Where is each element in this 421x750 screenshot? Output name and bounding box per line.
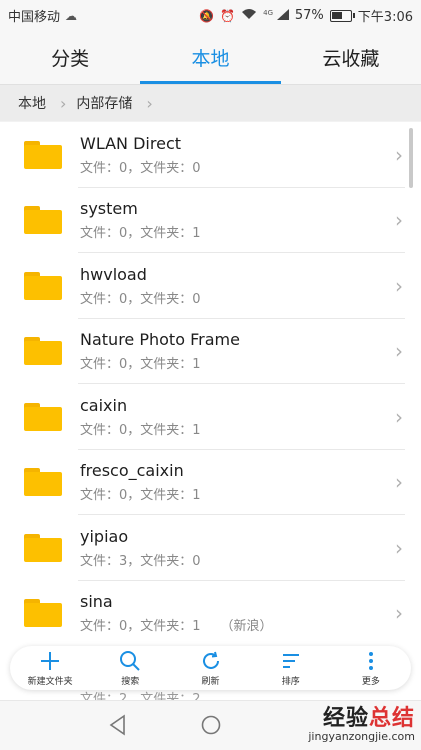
battery-icon — [329, 9, 355, 22]
more-icon — [360, 650, 382, 672]
chevron-right-icon: › — [395, 404, 403, 429]
folder-meta: 文件：0，文件夹：0 — [80, 160, 201, 176]
breadcrumb-root[interactable]: 本地 — [0, 93, 46, 113]
folder-icon — [24, 206, 62, 235]
folder-meta: 文件：0，文件夹：1 — [80, 357, 201, 373]
back-nav-icon[interactable] — [108, 714, 128, 740]
toolbar-label: 刷新 — [201, 676, 220, 687]
alarm-icon: ⏰ — [220, 8, 236, 23]
folder-meta: 文件：0，文件夹：1 — [80, 619, 201, 635]
folder-meta: 文件：0，文件夹：1 — [80, 422, 201, 438]
mute-icon: 🔕 — [199, 8, 215, 23]
folder-name: caixin — [80, 395, 128, 415]
battery-percent: 57% — [294, 8, 324, 23]
carrier-label: 中国移动 — [8, 10, 61, 25]
list-item[interactable]: Nature Photo Frame 文件：0，文件夹：1 › — [0, 319, 421, 384]
scrollbar[interactable] — [409, 128, 413, 188]
tab-label: 本地 — [191, 47, 230, 70]
tab-label: 分类 — [51, 47, 90, 70]
refresh-button[interactable]: 刷新 — [170, 650, 250, 687]
folder-icon — [24, 468, 62, 497]
file-list: WLAN Direct 文件：0，文件夹：0 › system 文件：0，文件夹… — [0, 122, 421, 702]
home-nav-icon[interactable] — [200, 714, 222, 740]
list-item[interactable]: caixin 文件：0，文件夹：1 › — [0, 384, 421, 450]
list-item[interactable]: sina 文件：0，文件夹：1 （新浪） › — [0, 581, 421, 647]
chevron-right-icon: › — [395, 273, 403, 298]
clock: 下午3:06 — [357, 10, 413, 25]
chevron-right-icon: › — [395, 339, 403, 364]
status-bar: 中国移动 ☁ 🔕 ⏰ 4G 57% 下午3:06 — [0, 0, 421, 30]
breadcrumb-current[interactable]: 内部存储 — [76, 93, 132, 113]
sort-button[interactable]: 排序 — [251, 650, 331, 687]
toolbar-label: 更多 — [361, 676, 380, 687]
list-item[interactable]: hwvload 文件：0，文件夹：0 › — [0, 253, 421, 319]
tab-category[interactable]: 分类 — [0, 30, 140, 84]
watermark: 经验总结 jingyanzongjie.com — [308, 700, 415, 743]
folder-name: yipiao — [80, 526, 129, 546]
watermark-url: jingyanzongjie.com — [308, 730, 415, 743]
folder-icon — [24, 533, 62, 562]
folder-icon — [24, 599, 62, 628]
folder-name: fresco_caixin — [80, 461, 184, 481]
search-icon — [119, 650, 141, 672]
chevron-right-icon: › — [395, 535, 403, 560]
tab-cloud[interactable]: 云收藏 — [281, 30, 421, 84]
tab-label: 云收藏 — [322, 47, 380, 70]
tab-local[interactable]: 本地 — [140, 30, 281, 84]
network-type-label: 4G — [263, 8, 274, 17]
list-item[interactable]: yipiao 文件：3，文件夹：0 › — [0, 515, 421, 581]
folder-icon — [24, 337, 62, 366]
folder-name: sina — [80, 592, 113, 612]
toolbar-label: 排序 — [281, 676, 300, 687]
breadcrumb: 本地 › 内部存储 › — [0, 85, 421, 121]
list-item[interactable]: system 文件：0，文件夹：1 › — [0, 188, 421, 253]
folder-name: WLAN Direct — [80, 133, 182, 153]
list-item[interactable]: WLAN Direct 文件：0，文件夹：0 › — [0, 122, 421, 188]
folder-meta: 文件：0，文件夹：1 — [80, 488, 201, 504]
list-item[interactable]: fresco_caixin 文件：0，文件夹：1 › — [0, 450, 421, 515]
refresh-icon — [200, 650, 222, 672]
folder-name: system — [80, 199, 138, 219]
signal-icon: 4G — [263, 8, 289, 23]
search-button[interactable]: 搜索 — [90, 650, 170, 687]
chevron-right-icon: › — [146, 93, 153, 113]
folder-icon — [24, 140, 62, 169]
folder-name: Nature Photo Frame — [80, 330, 240, 350]
sort-icon — [280, 650, 302, 672]
wifi-icon — [241, 8, 257, 23]
toolbar-label: 新建文件夹 — [27, 676, 73, 687]
folder-icon — [24, 402, 62, 431]
toolbar-label: 搜索 — [121, 676, 140, 687]
folder-meta: 文件：3，文件夹：0 — [80, 553, 201, 569]
folder-meta: 文件：0，文件夹：0 — [80, 291, 201, 307]
folder-note: （新浪） — [220, 619, 273, 635]
chevron-right-icon: › — [395, 470, 403, 495]
more-button[interactable]: 更多 — [331, 650, 411, 687]
chevron-right-icon: › — [60, 93, 67, 113]
plus-icon — [39, 650, 61, 672]
watermark-title-accent: 总结 — [368, 706, 415, 731]
watermark-title: 经验 — [322, 706, 369, 731]
battery-fill — [331, 11, 343, 19]
folder-icon — [24, 271, 62, 300]
folder-name: hwvload — [80, 264, 147, 284]
chevron-right-icon: › — [395, 208, 403, 233]
weather-icon: ☁ — [65, 8, 78, 23]
folder-meta: 文件：0，文件夹：1 — [80, 226, 201, 242]
tab-bar: 分类 本地 云收藏 — [0, 30, 421, 85]
chevron-right-icon: › — [395, 601, 403, 626]
bottom-toolbar: 新建文件夹 搜索 刷新 排序 更多 — [10, 646, 411, 690]
new-folder-button[interactable]: 新建文件夹 — [10, 650, 90, 687]
